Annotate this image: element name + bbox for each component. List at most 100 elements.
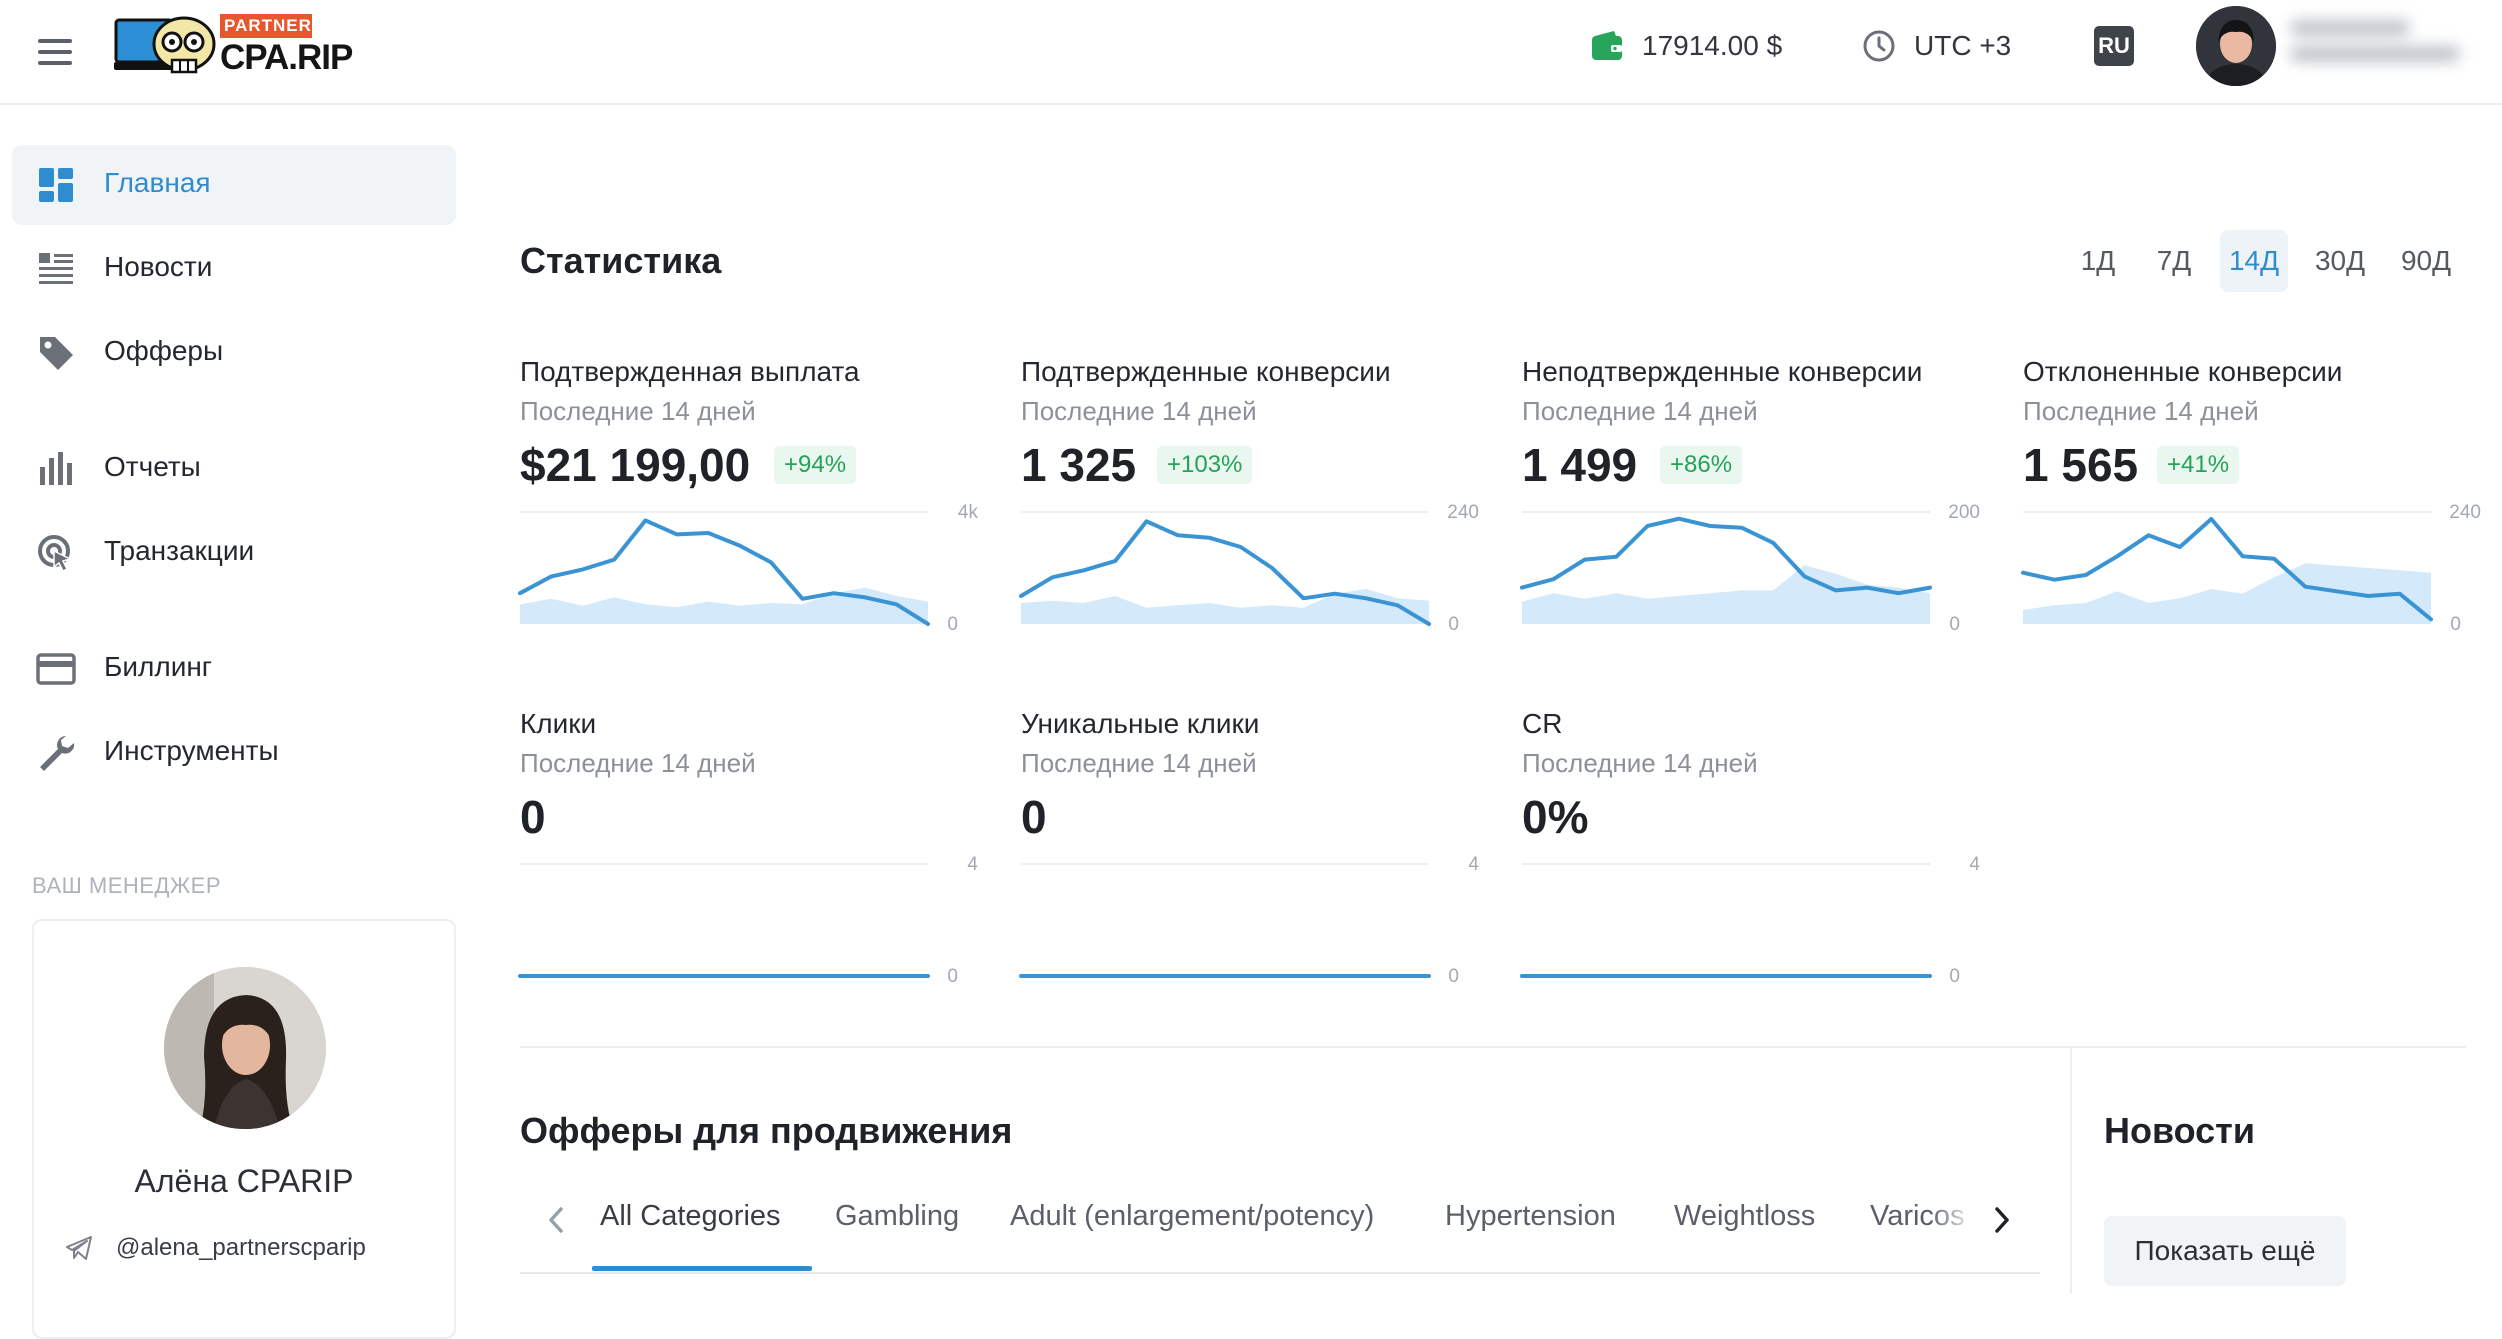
stat-change-badge: +103%	[1157, 446, 1252, 484]
categories-prev-button[interactable]	[536, 1196, 576, 1244]
period-90d[interactable]: 90Д	[2392, 230, 2460, 292]
sidebar-item-billing[interactable]: Биллинг	[12, 629, 456, 709]
chart-area-series	[2023, 563, 2431, 624]
chart-tick-label-min: 0	[2450, 614, 2461, 635]
sparkline-chart: 40	[520, 856, 980, 990]
period-7d[interactable]: 7Д	[2146, 230, 2202, 292]
top-bar: PARTNERS CPA.RIP 17914.00 $ UTC +3 RU	[0, 0, 2502, 105]
stat-card-clicks: Клики Последние 14 дней 0 40	[520, 708, 986, 998]
stat-card-rejected-conversions: Отклоненные конверсии Последние 14 дней …	[2023, 356, 2489, 646]
language-switch[interactable]: RU	[2094, 26, 2134, 66]
bar-chart-icon	[36, 449, 76, 489]
stat-title: Клики	[520, 708, 596, 740]
skull-laptop-logo-icon	[114, 14, 218, 80]
stat-card-unique-clicks: Уникальные клики Последние 14 дней 0 40	[1021, 708, 1487, 998]
chevron-right-icon	[1992, 1205, 2012, 1235]
sidebar-item-news[interactable]: Новости	[12, 229, 456, 309]
stat-title: CR	[1522, 708, 1562, 740]
chart-tick-label-min: 0	[947, 614, 958, 635]
wrench-icon	[36, 733, 76, 773]
active-category-indicator	[592, 1266, 812, 1271]
sidebar-item-offers[interactable]: Офферы	[12, 313, 456, 393]
chart-tick-label-min: 0	[1949, 614, 1960, 635]
logo[interactable]: PARTNERS CPA.RIP	[114, 14, 308, 80]
chart-tick-label-max: 4	[1969, 854, 1980, 875]
column-divider	[2070, 1046, 2072, 1294]
user-avatar[interactable]	[2196, 6, 2276, 86]
stat-subtitle: Последние 14 дней	[1522, 396, 1758, 427]
menu-icon[interactable]	[36, 32, 76, 72]
manager-name: Алёна CPARIP	[34, 1163, 454, 1200]
sidebar-item-reports[interactable]: Отчеты	[12, 429, 456, 509]
stat-subtitle: Последние 14 дней	[2023, 396, 2259, 427]
news-title: Новости	[2104, 1110, 2255, 1152]
transactions-icon	[36, 533, 76, 573]
user-avatar-image	[2196, 6, 2276, 86]
section-divider	[520, 1046, 2466, 1048]
news-icon	[36, 249, 76, 289]
chart-tick-label-max: 4	[967, 854, 978, 875]
category-tab-adult[interactable]: Adult (enlargement/potency)	[1010, 1200, 1374, 1233]
category-tab-all[interactable]: All Categories	[600, 1200, 781, 1233]
manager-heading: ВАШ МЕНЕДЖЕР	[32, 873, 221, 899]
period-30d[interactable]: 30Д	[2306, 230, 2374, 292]
stat-change-badge: +41%	[2157, 446, 2239, 484]
sidebar-item-label: Новости	[104, 251, 212, 283]
balance[interactable]: 17914.00 $	[1590, 26, 1782, 66]
credit-card-icon	[36, 649, 76, 689]
stat-value: 0	[520, 790, 546, 844]
stat-title: Подтвержденная выплата	[520, 356, 860, 388]
timezone[interactable]: UTC +3	[1862, 26, 2011, 66]
stat-card-confirmed-payout: Подтвержденная выплата Последние 14 дней…	[520, 356, 986, 646]
category-tab-weightloss[interactable]: Weightloss	[1674, 1200, 1815, 1233]
stat-card-cr: CR Последние 14 дней 0% 40	[1522, 708, 1988, 998]
sparkline-chart: 4k 0	[520, 504, 980, 638]
stat-value: 0%	[1522, 790, 1588, 844]
stat-change-badge: +94%	[774, 446, 856, 484]
chart-tick-label-max: 200	[1948, 502, 1980, 523]
stat-value: 1 499	[1522, 438, 1637, 492]
logo-text: PARTNERS CPA.RIP	[220, 14, 312, 78]
balance-amount: 17914.00 $	[1642, 30, 1782, 62]
period-14d[interactable]: 14Д	[2220, 230, 2288, 292]
manager-telegram: @alena_partnerscparip	[116, 1234, 366, 1262]
chart-tick-label-max: 4	[1468, 854, 1479, 875]
sidebar: Главная Новости Офферы Отчеты	[0, 107, 470, 1294]
category-tab-hypertension[interactable]: Hypertension	[1445, 1200, 1616, 1233]
stats-title: Статистика	[520, 240, 721, 282]
manager-telegram-link[interactable]: @alena_partnerscparip	[64, 1233, 366, 1263]
sidebar-item-main[interactable]: Главная	[12, 145, 456, 225]
stat-title: Отклоненные конверсии	[2023, 356, 2342, 388]
sparkline-chart: 40	[1522, 856, 1982, 990]
stat-value: 0	[1021, 790, 1047, 844]
stat-subtitle: Последние 14 дней	[520, 396, 756, 427]
stat-value: $21 199,00	[520, 438, 750, 492]
stat-title: Подтвержденные конверсии	[1021, 356, 1391, 388]
manager-card: Алёна CPARIP @alena_partnerscparip	[32, 919, 456, 1339]
sidebar-item-transactions[interactable]: Транзакции	[12, 513, 456, 593]
period-1d[interactable]: 1Д	[2070, 230, 2126, 292]
chart-tick-label-max: 240	[2449, 502, 2481, 523]
sidebar-item-label: Транзакции	[104, 535, 254, 567]
categories-next-button[interactable]	[1982, 1196, 2022, 1244]
user-info-blurred[interactable]	[2290, 10, 2466, 80]
logo-partners: PARTNERS	[220, 14, 312, 38]
timezone-label: UTC +3	[1914, 30, 2011, 62]
sidebar-item-label: Инструменты	[104, 735, 279, 767]
manager-photo	[164, 967, 326, 1129]
chart-tick-label-max: 4k	[958, 502, 979, 523]
sparkline-chart: 240 0	[2023, 504, 2483, 638]
stat-card-unconfirmed-conversions: Неподтвержденные конверсии Последние 14 …	[1522, 356, 1988, 646]
chevron-left-icon	[546, 1205, 566, 1235]
show-more-button[interactable]: Показать ещё	[2104, 1216, 2346, 1286]
sidebar-item-tools[interactable]: Инструменты	[12, 713, 456, 793]
tag-icon	[36, 333, 76, 373]
stat-value: 1 325	[1021, 438, 1136, 492]
chart-tick-label-min: 0	[1949, 966, 1960, 987]
clock-icon	[1862, 29, 1896, 63]
dashboard-icon	[36, 165, 76, 205]
category-tab-gambling[interactable]: Gambling	[835, 1200, 959, 1233]
stat-subtitle: Последние 14 дней	[1021, 396, 1257, 427]
stat-subtitle: Последние 14 дней	[1522, 748, 1758, 779]
chart-area-series	[520, 588, 928, 624]
